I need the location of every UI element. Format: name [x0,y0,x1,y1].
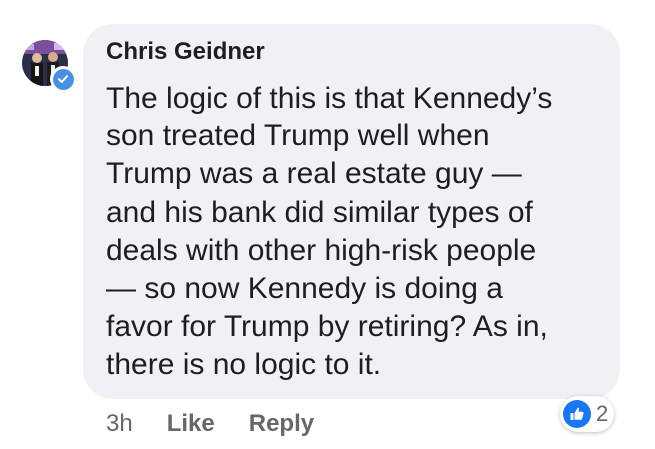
comment-author[interactable]: Chris Geidner [106,38,265,66]
thumbs-up-icon [563,400,591,428]
reaction-count: 2 [596,401,609,426]
verified-badge [50,66,76,92]
like-button[interactable]: Like [167,410,215,438]
comment-actions: 3h Like Reply [106,410,348,438]
comment-text-line: and his bank did similar types of [106,196,533,229]
comment-view: Chris Geidner The logic of this is that … [0,0,655,449]
avatar-container[interactable] [22,40,76,92]
reaction-summary[interactable]: 2 [560,396,615,432]
comment-text-line: Trump was a real estate guy — [106,157,522,190]
comment-text-line: there is no logic to it. [106,348,382,381]
reply-button[interactable]: Reply [249,410,314,438]
comment-text-line: deals with other high-risk people [106,234,537,267]
comment-timestamp[interactable]: 3h [106,410,133,438]
comment-text-line: favor for Trump by retiring? As in, [106,310,548,343]
comment-text-line: son treated Trump well when [106,119,490,152]
comment-text-line: — so now Kennedy is doing a [106,272,503,305]
verified-check-icon [52,68,74,90]
comment-text-line: The logic of this is that Kennedy’s [106,82,553,115]
